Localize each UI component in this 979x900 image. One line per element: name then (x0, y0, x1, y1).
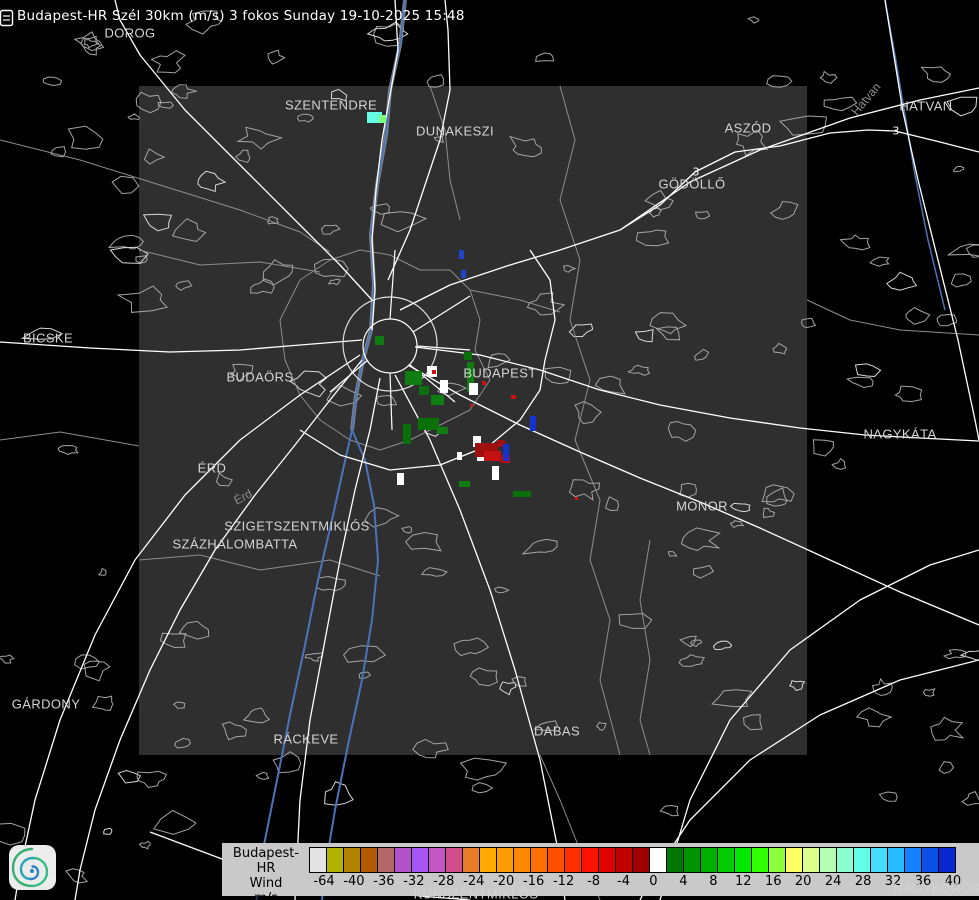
radar-echo (482, 381, 486, 385)
colorbar-tick-label: -8 (587, 874, 600, 889)
colorbar-cell (769, 848, 786, 872)
radar-echo (419, 386, 429, 395)
colorbar-tick-label: -12 (553, 874, 574, 889)
colorbar-cell (735, 848, 752, 872)
colorbar-cell (803, 848, 820, 872)
radar-echo (484, 451, 501, 461)
radar-map (0, 0, 979, 900)
colorbar-tick-label: 8 (709, 874, 717, 889)
product-title: Budapest-HR Szél 30km (m/s) 3 fokos Sund… (17, 8, 465, 24)
radar-echo (432, 370, 436, 374)
colorbar-cell (871, 848, 888, 872)
radar-echo (469, 383, 478, 395)
colorbar-cell (752, 848, 769, 872)
colorbar-tick-label: 4 (679, 874, 687, 889)
colorbar-tick-label: -28 (433, 874, 454, 889)
colorbar-cell (548, 848, 565, 872)
colorbar-tick-label: 12 (735, 874, 752, 889)
radar-echo (405, 371, 422, 385)
colorbar-tick-label: -40 (343, 874, 364, 889)
colorbar-cell (480, 848, 497, 872)
colorbar-cell (888, 848, 905, 872)
colorbar-cell (412, 848, 429, 872)
colorbar-tick-label: -64 (313, 874, 334, 889)
radar-echo (464, 352, 472, 360)
colorbar (309, 847, 956, 873)
radar-echo (513, 491, 531, 497)
radar-echo (375, 336, 384, 345)
colorbar-cell (514, 848, 531, 872)
radar-echo (437, 427, 448, 434)
colorbar-cell (344, 848, 361, 872)
colorbar-cell (820, 848, 837, 872)
colorbar-tick-label: 40 (945, 874, 962, 889)
colorbar-cell (616, 848, 633, 872)
colorbar-cell (361, 848, 378, 872)
colorbar-cell (684, 848, 701, 872)
radar-echo (431, 395, 444, 405)
colorbar-cell (854, 848, 871, 872)
radar-echo (457, 452, 462, 460)
colorbar-cell (837, 848, 854, 872)
colorbar-tick-label: -4 (617, 874, 630, 889)
radar-echo (492, 466, 499, 480)
colorbar-tick-label: -24 (463, 874, 484, 889)
radar-echo (461, 270, 466, 278)
colorbar-cell (446, 848, 463, 872)
colorbar-cell (565, 848, 582, 872)
radar-echo (530, 416, 536, 431)
legend-station: Budapest-HR (224, 846, 308, 876)
colorbar-cell (633, 848, 650, 872)
radar-coverage-area (139, 86, 807, 755)
colorbar-cell (939, 848, 955, 872)
title-glyph-icon (0, 9, 16, 28)
radar-echo (575, 497, 578, 500)
radar-echo (403, 424, 411, 444)
colorbar-tick-label: 20 (795, 874, 812, 889)
radar-echo (459, 250, 464, 259)
colorbar-cell (378, 848, 395, 872)
colorbar-cell (463, 848, 480, 872)
colorbar-cell (497, 848, 514, 872)
radar-echo (503, 444, 509, 461)
colorbar-cell (667, 848, 684, 872)
radar-echo (511, 395, 516, 399)
colorbar-cell (310, 848, 327, 872)
colorbar-cell (786, 848, 803, 872)
colorbar-ticks: -64-40-36-32-28-24-20-16-12-8-4048121620… (222, 874, 979, 892)
spiral-logo-icon (9, 845, 56, 890)
colorbar-tick-label: -20 (493, 874, 514, 889)
legend-unit: m/s (224, 891, 308, 900)
radar-echo (397, 473, 404, 485)
colorbar-cell (531, 848, 548, 872)
radar-echo (440, 380, 448, 393)
colorbar-cell (718, 848, 735, 872)
radar-echo (470, 404, 473, 407)
colorbar-tick-label: 32 (885, 874, 902, 889)
colorbar-cell (429, 848, 446, 872)
colorbar-tick-label: 28 (855, 874, 872, 889)
colorbar-cell (905, 848, 922, 872)
colorbar-cell (599, 848, 616, 872)
colorbar-tick-label: -36 (373, 874, 394, 889)
colorbar-tick-label: -32 (403, 874, 424, 889)
radar-echo (459, 481, 470, 487)
colorbar-tick-label: 24 (825, 874, 842, 889)
radar-echo (418, 418, 439, 430)
radar-echo (379, 115, 386, 123)
colorbar-cell (327, 848, 344, 872)
colorbar-tick-label: -16 (523, 874, 544, 889)
colorbar-cell (922, 848, 939, 872)
colorbar-tick-label: 36 (915, 874, 932, 889)
colorbar-tick-label: 0 (649, 874, 657, 889)
colorbar-cell (582, 848, 599, 872)
met-service-logo (9, 845, 56, 890)
colorbar-cell (395, 848, 412, 872)
radar-screen: Budapest-HR Szél 30km (m/s) 3 fokos Sund… (0, 0, 979, 900)
colorbar-tick-label: 16 (765, 874, 782, 889)
colorbar-cell (650, 848, 667, 872)
wind-legend: Budapest-HR Wind m/s -64-40-36-32-28-24-… (222, 843, 979, 896)
colorbar-cell (701, 848, 718, 872)
